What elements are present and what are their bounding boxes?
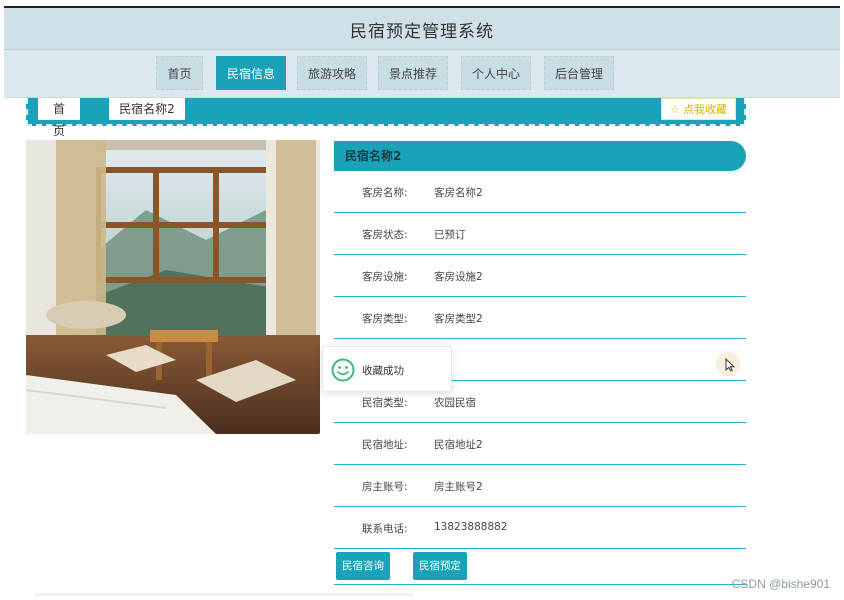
nav-item-home[interactable]: 首页 [156, 56, 203, 90]
field-value: 民宿地址2 [434, 439, 483, 451]
detail-row: 房主账号: 房主账号2 [334, 465, 746, 507]
field-value: 房主账号2 [434, 481, 483, 493]
star-icon: ☆ [670, 103, 680, 116]
action-bar: 民宿咨询 民宿预定 [334, 549, 746, 585]
breadcrumb: 首页 民宿名称2 ☆ 点我收藏 [26, 98, 746, 138]
detail-row: 客房设施: 客房设施2 [334, 255, 746, 297]
field-value: 农园民宿 [434, 397, 476, 409]
book-button[interactable]: 民宿预定 [413, 552, 467, 580]
detail-row: 客房状态: 已预订 [334, 213, 746, 255]
watermark: CSDN @bishe901 [731, 577, 830, 591]
homestay-photo [26, 140, 320, 434]
field-label: 客房名称: [362, 187, 408, 199]
favorite-button[interactable]: ☆ 点我收藏 [661, 98, 736, 120]
detail-row: 民宿地址: 民宿地址2 [334, 423, 746, 465]
field-value: 13823888882 [434, 521, 508, 533]
nav-item-homestay-info[interactable]: 民宿信息 [216, 56, 286, 90]
room-image [26, 140, 320, 434]
favorite-label: 点我收藏 [683, 103, 727, 116]
field-label: 客房状态: [362, 229, 408, 241]
field-label: 民宿地址: [362, 439, 408, 451]
nav-item-admin[interactable]: 后台管理 [544, 56, 614, 90]
app-title: 民宿预定管理系统 [350, 22, 494, 42]
nav-item-travel-guide[interactable]: 旅游攻略 [297, 56, 367, 90]
field-label: 房主账号: [362, 481, 408, 493]
field-label: 客房设施: [362, 271, 408, 283]
detail-row: 联系电话: 13823888882 [334, 507, 746, 549]
consult-button[interactable]: 民宿咨询 [336, 552, 390, 580]
field-label: 联系电话: [362, 523, 408, 535]
bottom-divider [34, 593, 414, 596]
toast-notification: 收藏成功 [322, 346, 452, 392]
breadcrumb-current[interactable]: 民宿名称2 [109, 98, 185, 120]
main-nav: 首页 民宿信息 旅游攻略 景点推荐 个人中心 后台管理 [4, 50, 840, 98]
homestay-name-header: 民宿名称2 [334, 141, 746, 171]
smile-icon [331, 358, 355, 382]
field-value: 客房名称2 [434, 187, 483, 199]
field-label: 民宿类型: [362, 397, 408, 409]
nav-item-personal-center[interactable]: 个人中心 [461, 56, 531, 90]
field-label: 客房类型: [362, 313, 408, 325]
field-value: 客房设施2 [434, 271, 483, 283]
field-value: 客房类型2 [434, 313, 483, 325]
breadcrumb-home[interactable]: 首页 [38, 98, 80, 138]
field-value: 已预订 [434, 229, 466, 241]
nav-item-attractions[interactable]: 景点推荐 [378, 56, 448, 90]
mouse-cursor-icon [716, 352, 740, 376]
toast-message: 收藏成功 [362, 365, 404, 377]
detail-row: 客房类型: 客房类型2 [334, 297, 746, 339]
app-header: 民宿预定管理系统 [4, 8, 840, 50]
detail-row: 客房名称: 客房名称2 [334, 171, 746, 213]
